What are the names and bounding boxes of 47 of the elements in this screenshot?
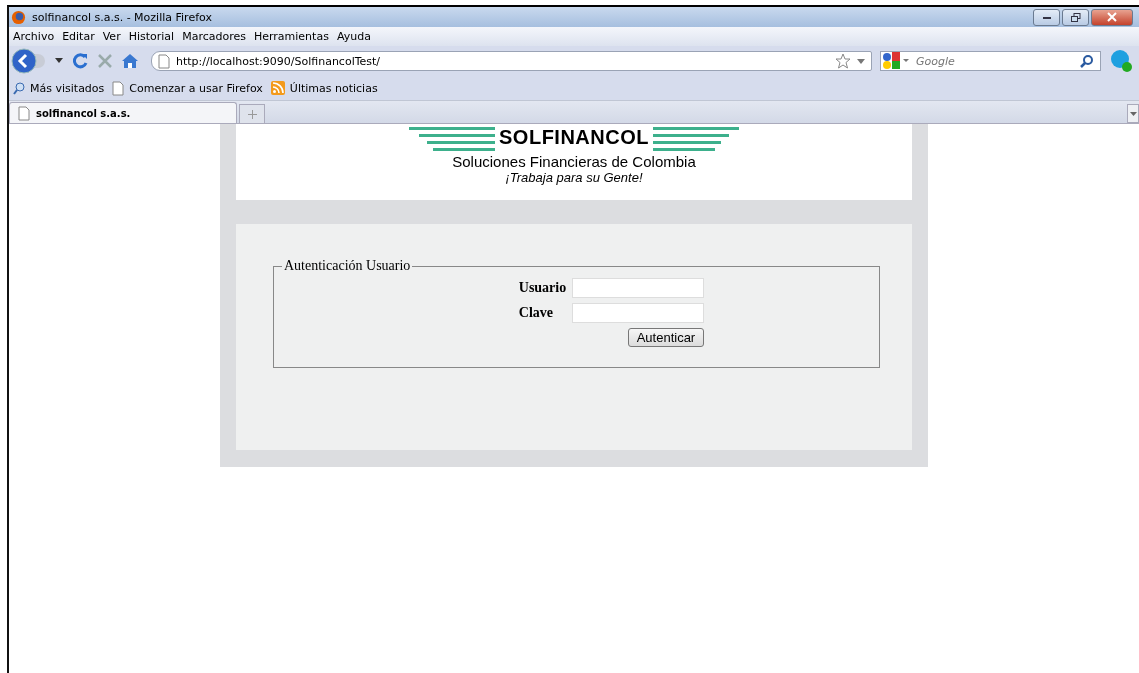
tab-list-button[interactable] bbox=[1127, 104, 1139, 123]
caret-icon bbox=[1129, 111, 1137, 116]
plus-icon bbox=[247, 109, 257, 119]
submit-button[interactable]: Autenticar bbox=[627, 328, 705, 347]
dropdown-icon[interactable] bbox=[857, 58, 865, 64]
search-engine-icon[interactable] bbox=[882, 51, 910, 71]
browser-tab[interactable]: solfinancol s.a.s. bbox=[9, 102, 237, 123]
input-field[interactable] bbox=[572, 278, 705, 298]
input-field[interactable] bbox=[572, 303, 705, 323]
menu-item[interactable]: Historial bbox=[128, 30, 175, 43]
close-icon bbox=[1107, 12, 1117, 22]
search-icon bbox=[13, 81, 25, 95]
field-label: Clave bbox=[518, 305, 554, 321]
page-icon bbox=[112, 80, 125, 96]
logo-drawing: SOLFINANCOL Soluciones Financieras de Colombia ¡Trabaja para su Gente! bbox=[409, 124, 739, 200]
firefox-icon bbox=[11, 9, 26, 25]
menu-item[interactable]: Marcadores bbox=[182, 30, 246, 43]
search-icon[interactable] bbox=[1080, 54, 1094, 68]
tab-label: solfinancol s.a.s. bbox=[36, 107, 131, 119]
search-bar[interactable]: Google bbox=[880, 51, 1101, 71]
menu-item[interactable]: Ayuda bbox=[336, 30, 371, 43]
page-icon bbox=[158, 53, 170, 69]
dropdown-icon[interactable] bbox=[55, 58, 63, 64]
home-icon[interactable] bbox=[121, 53, 139, 69]
menu-item[interactable]: Editar bbox=[62, 30, 95, 43]
search-field[interactable]: Google bbox=[916, 54, 1074, 68]
minimize-icon bbox=[1041, 14, 1052, 20]
reload-icon[interactable] bbox=[71, 52, 89, 70]
menu-item[interactable]: Archivo bbox=[13, 30, 55, 43]
feed-icon bbox=[270, 81, 285, 95]
restore-icon bbox=[1070, 12, 1081, 22]
menu-item[interactable]: Herramientas bbox=[253, 30, 329, 43]
bookmark-link[interactable]: Comenzar a usar Firefox bbox=[129, 81, 263, 95]
star-icon[interactable] bbox=[835, 53, 851, 69]
bookmark-link[interactable]: Más visitados bbox=[30, 81, 105, 95]
close-button[interactable] bbox=[1091, 8, 1133, 26]
url-field[interactable]: http://localhost:9090/SolfinancolTest/ bbox=[176, 54, 829, 68]
minimize-button[interactable] bbox=[1033, 8, 1060, 26]
restore-button[interactable] bbox=[1062, 8, 1089, 26]
back-icon[interactable] bbox=[11, 48, 47, 74]
fieldset-legend: Autenticación Usuario bbox=[282, 258, 413, 274]
bookmark-link[interactable]: Últimas noticias bbox=[289, 81, 378, 95]
window-title: solfinancol s.a.s. - Mozilla Firefox bbox=[32, 10, 212, 24]
page-icon bbox=[18, 105, 30, 121]
menu-item[interactable]: Ver bbox=[102, 30, 121, 43]
field-label: Usuario bbox=[518, 280, 567, 296]
address-bar[interactable]: http://localhost:9090/SolfinancolTest/ bbox=[151, 51, 872, 71]
